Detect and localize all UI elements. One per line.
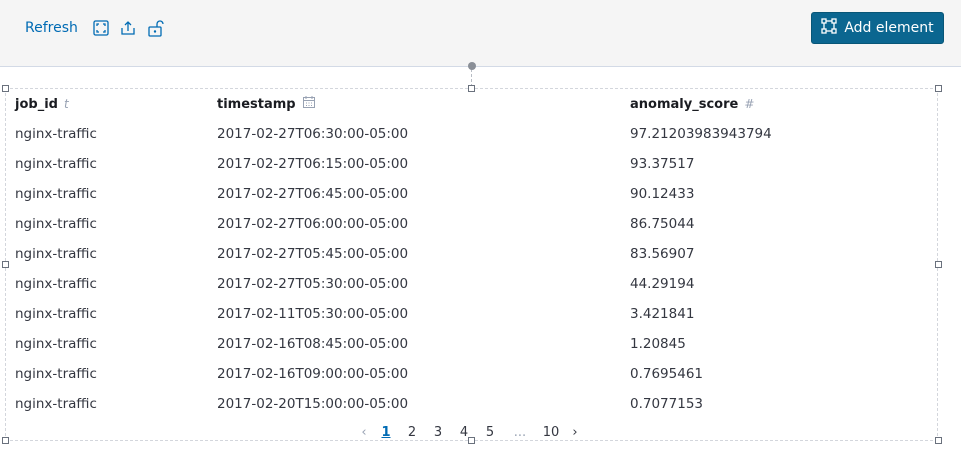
cell-anomaly-score: 97.21203983943794 bbox=[630, 126, 772, 142]
cell-timestamp: 2017-02-27T05:45:00-05:00 bbox=[217, 246, 409, 262]
cell-anomaly-score: 86.75044 bbox=[630, 216, 695, 232]
column-header-timestamp[interactable]: timestamp bbox=[217, 94, 316, 114]
share-icon[interactable] bbox=[119, 19, 137, 37]
page-ellipsis: ... bbox=[513, 424, 527, 440]
column-header-label: timestamp bbox=[217, 96, 296, 112]
calendar-icon bbox=[302, 95, 316, 113]
resize-handle-bottom-left[interactable] bbox=[2, 437, 9, 444]
table-row: nginx-traffic 2017-02-16T08:45:00-05:00 1.… bbox=[15, 329, 930, 359]
cell-anomaly-score: 44.29194 bbox=[630, 276, 695, 292]
cell-timestamp: 2017-02-16T09:00:00-05:00 bbox=[217, 366, 409, 382]
cell-job-id: nginx-traffic bbox=[15, 366, 97, 382]
column-header-job-id[interactable]: job_id t bbox=[15, 94, 69, 114]
workpad-toolbar: Refresh Add element bbox=[0, 0, 961, 67]
table-row: nginx-traffic 2017-02-27T06:30:00-05:00 97… bbox=[15, 119, 930, 149]
table-row: nginx-traffic 2017-02-27T05:45:00-05:00 83… bbox=[15, 239, 930, 269]
cell-anomaly-score: 93.37517 bbox=[630, 156, 695, 172]
prev-page-icon[interactable]: ‹ bbox=[355, 425, 373, 440]
table-row: nginx-traffic 2017-02-27T06:45:00-05:00 90… bbox=[15, 179, 930, 209]
cell-job-id: nginx-traffic bbox=[15, 216, 97, 232]
cell-timestamp: 2017-02-27T06:15:00-05:00 bbox=[217, 156, 409, 172]
table-row: nginx-traffic 2017-02-27T05:30:00-05:00 44… bbox=[15, 269, 930, 299]
number-type-icon: # bbox=[744, 97, 755, 111]
page-list: 1 2 3 4 5... 10 bbox=[373, 425, 565, 440]
cell-timestamp: 2017-02-27T06:45:00-05:00 bbox=[217, 186, 409, 202]
cell-job-id: nginx-traffic bbox=[15, 276, 97, 292]
cell-anomaly-score: 3.421841 bbox=[630, 306, 695, 322]
cell-timestamp: 2017-02-27T05:30:00-05:00 bbox=[217, 276, 409, 292]
add-element-icon bbox=[821, 18, 837, 38]
page-button-10[interactable]: 10 bbox=[537, 425, 565, 440]
resize-handle-left[interactable] bbox=[2, 261, 9, 268]
cell-job-id: nginx-traffic bbox=[15, 306, 97, 322]
cell-timestamp: 2017-02-27T06:00:00-05:00 bbox=[217, 216, 409, 232]
column-header-label: job_id bbox=[15, 96, 58, 112]
cell-job-id: nginx-traffic bbox=[15, 246, 97, 262]
page-button-5[interactable]: 5 bbox=[477, 425, 503, 440]
pagination: ‹ 1 2 3 4 5... 10 › bbox=[355, 422, 585, 442]
column-header-label: anomaly_score bbox=[630, 96, 739, 112]
table-row: nginx-traffic 2017-02-11T05:30:00-05:00 3.… bbox=[15, 299, 930, 329]
cell-job-id: nginx-traffic bbox=[15, 156, 97, 172]
workpad-canvas: job_id t timestamp anomaly_score # nginx… bbox=[0, 62, 961, 458]
string-type-icon: t bbox=[63, 97, 69, 111]
cell-timestamp: 2017-02-16T08:45:00-05:00 bbox=[217, 336, 409, 352]
cell-timestamp: 2017-02-27T06:30:00-05:00 bbox=[217, 126, 409, 142]
table-row: nginx-traffic 2017-02-20T15:00:00-05:00 0.… bbox=[15, 389, 930, 419]
fullscreen-icon[interactable] bbox=[92, 19, 110, 37]
cell-timestamp: 2017-02-11T05:30:00-05:00 bbox=[217, 306, 409, 322]
page-button-3[interactable]: 3 bbox=[425, 425, 451, 440]
cell-anomaly-score: 83.56907 bbox=[630, 246, 695, 262]
resize-handle-top-left[interactable] bbox=[2, 85, 9, 92]
column-header-anomaly-score[interactable]: anomaly_score # bbox=[630, 94, 754, 114]
cell-anomaly-score: 0.7077153 bbox=[630, 396, 704, 412]
resize-handle-top[interactable] bbox=[468, 85, 475, 92]
cell-anomaly-score: 1.20845 bbox=[630, 336, 686, 352]
cell-anomaly-score: 0.7695461 bbox=[630, 366, 704, 382]
cell-job-id: nginx-traffic bbox=[15, 186, 97, 202]
cell-job-id: nginx-traffic bbox=[15, 126, 97, 142]
resize-handle-right[interactable] bbox=[935, 261, 942, 268]
table-row: nginx-traffic 2017-02-27T06:00:00-05:00 86… bbox=[15, 209, 930, 239]
resize-handle-bottom-right[interactable] bbox=[935, 437, 942, 444]
table-row: nginx-traffic 2017-02-16T09:00:00-05:00 0.… bbox=[15, 359, 930, 389]
rotation-handle[interactable] bbox=[468, 62, 476, 70]
add-element-label: Add element bbox=[844, 20, 934, 36]
refresh-button[interactable]: Refresh bbox=[25, 19, 78, 37]
unlock-icon[interactable] bbox=[146, 19, 164, 37]
add-element-button[interactable]: Add element bbox=[811, 12, 944, 44]
page-button-1[interactable]: 1 bbox=[373, 425, 399, 440]
page-button-2[interactable]: 2 bbox=[399, 425, 425, 440]
resize-handle-top-right[interactable] bbox=[935, 85, 942, 92]
cell-job-id: nginx-traffic bbox=[15, 396, 97, 412]
cell-job-id: nginx-traffic bbox=[15, 336, 97, 352]
cell-timestamp: 2017-02-20T15:00:00-05:00 bbox=[217, 396, 409, 412]
page-button-4[interactable]: 4 bbox=[451, 425, 477, 440]
table-row: nginx-traffic 2017-02-27T06:15:00-05:00 93… bbox=[15, 149, 930, 179]
next-page-icon[interactable]: › bbox=[565, 425, 585, 440]
cell-anomaly-score: 90.12433 bbox=[630, 186, 695, 202]
